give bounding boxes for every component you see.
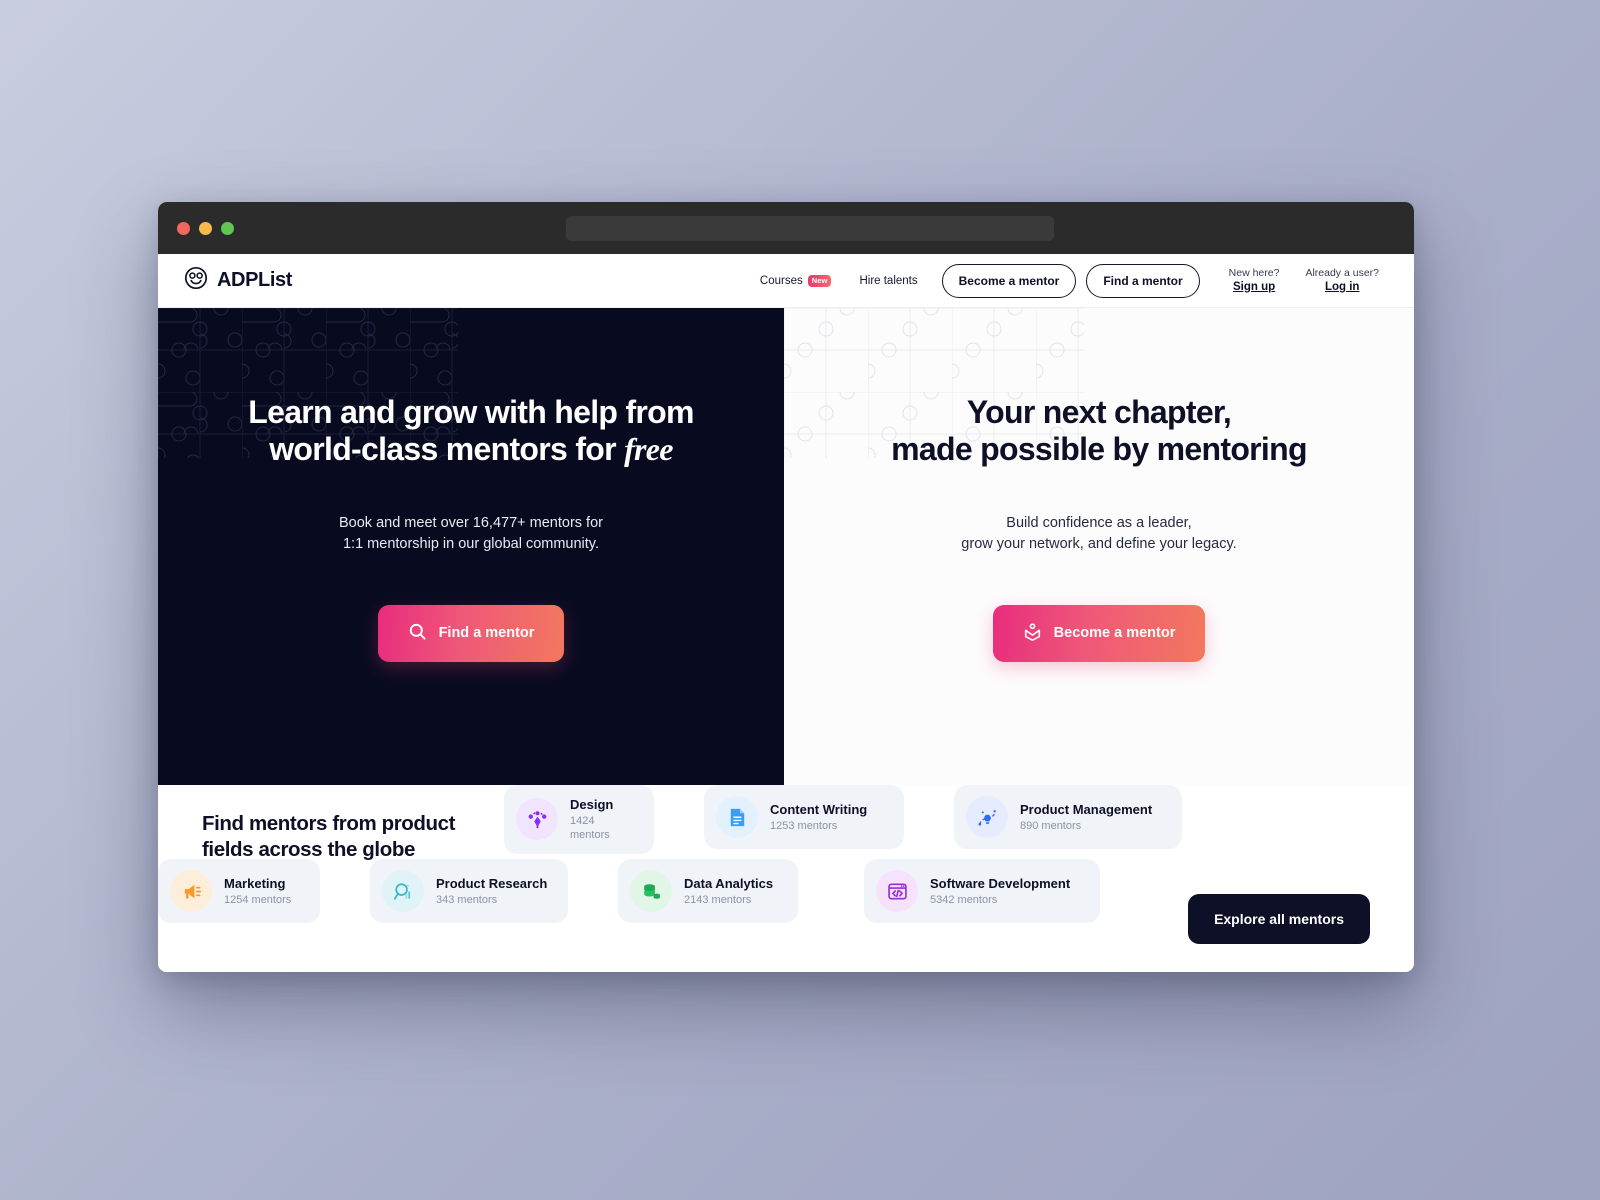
- pen-tool-icon: [516, 798, 558, 841]
- lightbulb-idea-icon: [966, 796, 1008, 838]
- category-card-product-research[interactable]: Product Research 343 mentors: [370, 859, 568, 923]
- document-icon: [716, 796, 758, 838]
- hero-section: Learn and grow with help from world-clas…: [158, 308, 1414, 785]
- nav-item-courses[interactable]: Courses New: [746, 274, 846, 287]
- category-card-data-analytics[interactable]: Data Analytics 2143 mentors: [618, 859, 798, 923]
- site-navbar: ADPList Courses New Hire talents Become …: [158, 254, 1414, 308]
- browser-titlebar: [158, 202, 1414, 254]
- category-count: 343 mentors: [436, 893, 498, 906]
- hero-mentee-title: Learn and grow with help from world-clas…: [158, 394, 784, 469]
- category-text-marketing: Marketing 1254 mentors: [224, 875, 291, 907]
- hero-mentor-content: Your next chapter, made possible by ment…: [784, 308, 1414, 662]
- category-name: Data Analytics: [684, 875, 774, 891]
- category-text-product-research: Product Research 343 mentors: [436, 875, 547, 907]
- category-name: Product Research: [436, 875, 548, 891]
- hero-mentee-title-line2: world-class mentors for: [269, 431, 625, 468]
- category-card-content-writing[interactable]: Content Writing 1253 mentors: [704, 785, 904, 849]
- hero-mentee-sub-line1: Book and meet over 16,477+ mentors for: [339, 514, 603, 531]
- megaphone-icon: [170, 870, 212, 912]
- find-mentor-nav-button[interactable]: Find a mentor: [1086, 263, 1200, 298]
- category-card-software-development[interactable]: Software Development 5342 mentors: [864, 859, 1100, 923]
- hero-mentee-sub-line2: 1:1 mentorship in our global community.: [342, 535, 600, 552]
- become-mentor-cta-label: Become a mentor: [1053, 625, 1176, 642]
- category-card-design[interactable]: Design 1424 mentors: [504, 785, 654, 854]
- minimize-button[interactable]: [199, 221, 212, 235]
- close-button[interactable]: [177, 221, 190, 235]
- category-count: 1254 mentors: [224, 893, 292, 906]
- hero-mentor-subtitle: Build confidence as a leader, grow your …: [784, 513, 1414, 555]
- search-icon: [408, 622, 427, 645]
- mentor-badge-icon: [1023, 622, 1042, 645]
- login-link[interactable]: Log in: [1305, 280, 1379, 296]
- page-content: ADPList Courses New Hire talents Become …: [158, 254, 1414, 972]
- login-group[interactable]: Already a user? Log in: [1292, 266, 1392, 296]
- hero-mentee-title-emphasis: free: [624, 431, 673, 468]
- category-card-marketing[interactable]: Marketing 1254 mentors: [158, 859, 320, 923]
- navbar-buttons: Become a mentor Find a mentor: [941, 263, 1200, 298]
- nav-item-hire-talents[interactable]: Hire talents: [845, 275, 931, 287]
- signup-group[interactable]: New here? Sign up: [1216, 266, 1293, 296]
- category-text-content-writing: Content Writing 1253 mentors: [770, 801, 867, 833]
- navbar-right: Courses New Hire talents Become a mentor…: [746, 263, 1392, 298]
- maximize-button[interactable]: [221, 221, 234, 235]
- find-mentor-cta-label: Find a mentor: [438, 625, 535, 642]
- category-count: 2143 mentors: [684, 893, 752, 906]
- window-controls: [177, 221, 234, 235]
- hero-mentor-title-line2: made possible by mentoring: [891, 431, 1307, 468]
- browser-window: ADPList Courses New Hire talents Become …: [158, 202, 1414, 972]
- nav-courses-label: Courses: [759, 274, 803, 287]
- signup-link[interactable]: Sign up: [1229, 280, 1280, 296]
- hero-mentor-sub-line1: Build confidence as a leader,: [1006, 514, 1192, 531]
- category-name: Content Writing: [770, 801, 868, 817]
- categories-heading-line2: fields across the globe: [202, 838, 415, 862]
- code-window-icon: [876, 870, 918, 912]
- category-text-design: Design 1424 mentors: [570, 796, 634, 843]
- category-text-product-management: Product Management 890 mentors: [1020, 801, 1152, 833]
- category-name: Marketing: [224, 875, 286, 891]
- brand-name: ADPList: [217, 269, 292, 291]
- hero-panel-mentor: Your next chapter, made possible by ment…: [784, 308, 1414, 785]
- adplist-smiley-icon: [184, 266, 208, 295]
- category-count: 1424 mentors: [570, 815, 610, 842]
- hero-mentee-content: Learn and grow with help from world-clas…: [158, 308, 784, 662]
- explore-all-mentors-button[interactable]: Explore all mentors: [1188, 894, 1370, 944]
- url-input[interactable]: [566, 216, 1054, 241]
- signup-prompt: New here?: [1228, 266, 1280, 279]
- hero-mentor-title-line1: Your next chapter,: [966, 394, 1232, 430]
- category-count: 890 mentors: [1020, 819, 1082, 832]
- category-text-software-development: Software Development 5342 mentors: [930, 875, 1070, 907]
- categories-heading-line1: Find mentors from product: [202, 812, 456, 835]
- category-name: Product Management: [1020, 801, 1153, 817]
- category-name: Software Development: [930, 875, 1071, 891]
- hero-mentee-subtitle: Book and meet over 16,477+ mentors for 1…: [158, 513, 784, 555]
- nav-hire-talents-label: Hire talents: [859, 274, 918, 287]
- hero-panel-mentee: Learn and grow with help from world-clas…: [158, 308, 784, 785]
- research-magnifier-icon: [382, 870, 424, 912]
- login-prompt: Already a user?: [1305, 266, 1379, 279]
- database-icon: [630, 870, 672, 912]
- category-text-data-analytics: Data Analytics 2143 mentors: [684, 875, 773, 907]
- become-mentor-nav-button[interactable]: Become a mentor: [941, 263, 1077, 298]
- find-mentor-cta-button[interactable]: Find a mentor: [377, 604, 565, 662]
- category-count: 5342 mentors: [930, 893, 998, 906]
- brand-logo[interactable]: ADPList: [184, 266, 292, 295]
- hero-mentee-title-line1: Learn and grow with help from: [248, 394, 694, 430]
- hero-mentor-title: Your next chapter, made possible by ment…: [784, 394, 1414, 469]
- category-name: Design: [570, 797, 614, 812]
- category-card-product-management[interactable]: Product Management 890 mentors: [954, 785, 1182, 849]
- category-count: 1253 mentors: [770, 819, 838, 832]
- new-badge: New: [807, 274, 832, 287]
- become-mentor-cta-button[interactable]: Become a mentor: [992, 604, 1206, 662]
- hero-mentor-sub-line2: grow your network, and define your legac…: [961, 535, 1237, 552]
